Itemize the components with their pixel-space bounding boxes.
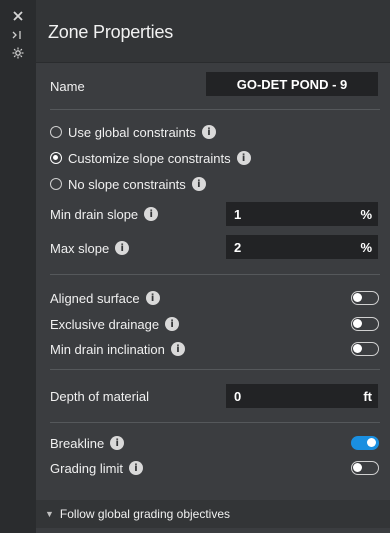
breakline-label: Breakline i [50, 433, 125, 453]
radio-button[interactable] [50, 126, 62, 138]
min-drain-slope-input[interactable]: 1 % [226, 202, 378, 226]
info-icon[interactable]: i [170, 342, 185, 356]
name-label: Name [50, 78, 85, 94]
chevron-down-icon[interactable]: ▼ [45, 509, 54, 519]
side-rail [0, 0, 36, 533]
divider [50, 422, 380, 423]
panel-title: Zone Properties [48, 22, 174, 42]
name-field[interactable]: GO-DET POND - 9 [206, 72, 378, 96]
info-icon[interactable]: i [165, 317, 180, 331]
max-slope-input[interactable]: 2 % [226, 235, 378, 259]
grading-limit-toggle[interactable] [351, 461, 379, 475]
aligned-surface-toggle[interactable] [351, 291, 379, 305]
max-slope-label: Max slope i [50, 238, 130, 258]
panel-header: Zone Properties [36, 0, 390, 63]
radio-button-selected[interactable] [50, 152, 62, 164]
min-drain-slope-label: Min drain slope i [50, 204, 159, 224]
info-icon[interactable]: i [115, 241, 130, 255]
exclusive-drainage-label: Exclusive drainage i [50, 314, 180, 334]
info-icon[interactable]: i [110, 436, 125, 450]
settings-icon[interactable] [11, 47, 25, 59]
info-icon[interactable]: i [191, 177, 206, 191]
divider [50, 369, 380, 370]
min-drain-inclination-label: Min drain inclination i [50, 339, 185, 359]
divider [50, 109, 380, 110]
min-drain-inclination-toggle[interactable] [351, 342, 379, 356]
close-icon[interactable] [11, 10, 25, 22]
breakline-toggle[interactable] [351, 436, 379, 450]
aligned-surface-label: Aligned surface i [50, 288, 160, 308]
section-label: Follow global grading objectives [59, 507, 231, 521]
collapse-icon[interactable] [11, 29, 25, 41]
exclusive-drainage-toggle[interactable] [351, 317, 379, 331]
depth-of-material-label: Depth of material [50, 388, 149, 404]
radio-use-global-constraints[interactable]: Use global constraints i [50, 122, 216, 142]
zone-properties-panel: Zone Properties Name GO-DET POND - 9 Use… [36, 0, 390, 533]
info-icon[interactable]: i [201, 125, 216, 139]
panel-bottom-edge [36, 528, 390, 533]
info-icon[interactable]: i [144, 207, 159, 221]
radio-no-slope-constraints[interactable]: No slope constraints i [50, 174, 206, 194]
info-icon[interactable]: i [145, 291, 160, 305]
info-icon[interactable]: i [236, 151, 251, 165]
grading-limit-label: Grading limit i [50, 458, 143, 478]
radio-customize-slope-constraints[interactable]: Customize slope constraints i [50, 148, 251, 168]
divider [50, 274, 380, 275]
info-icon[interactable]: i [128, 461, 143, 475]
depth-of-material-input[interactable]: 0 ft [226, 384, 378, 408]
radio-button[interactable] [50, 178, 62, 190]
follow-global-grading-objectives-section[interactable]: ▼ Follow global grading objectives [36, 500, 390, 528]
